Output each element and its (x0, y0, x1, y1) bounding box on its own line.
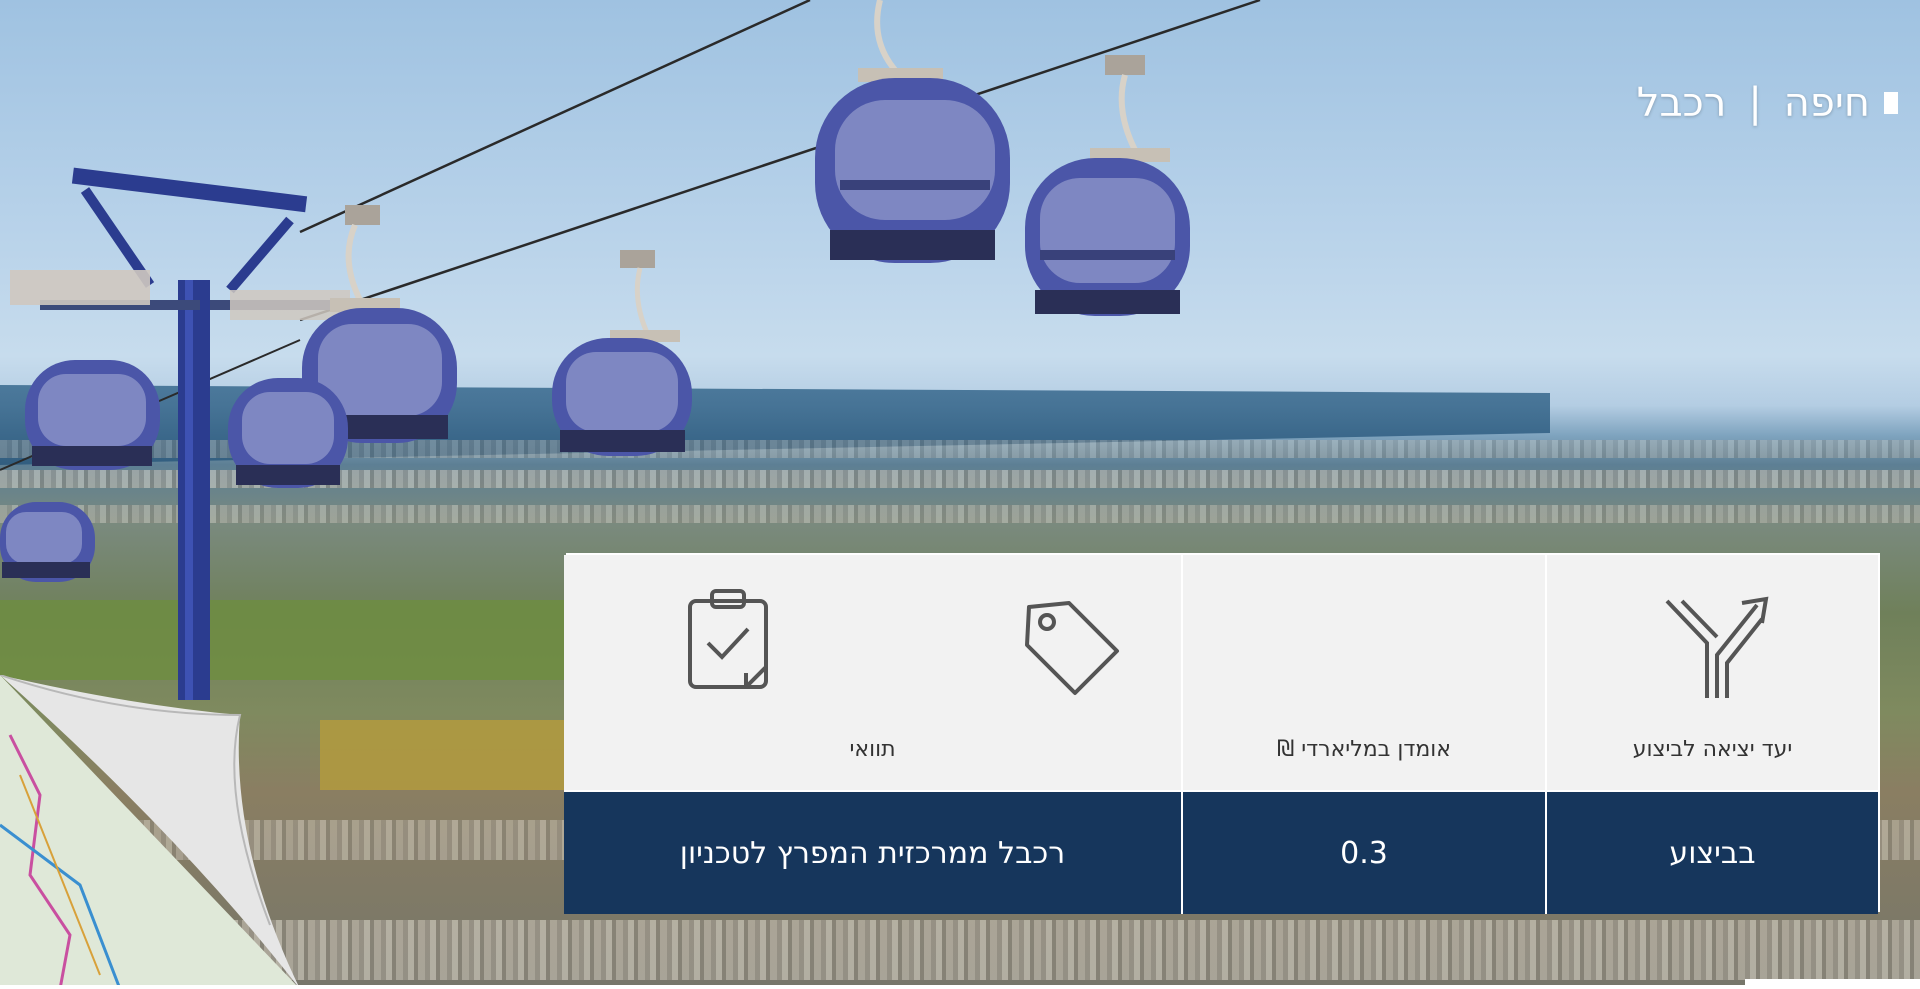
corner-block (1745, 979, 1920, 989)
breadcrumb-city[interactable]: חיפה (1784, 80, 1870, 126)
route-split-icon (1665, 596, 1769, 698)
gondola-cabin (228, 378, 348, 488)
bottom-strip (0, 985, 1920, 989)
header-label-route: תוואי (849, 737, 896, 762)
gondola-cabin (1025, 55, 1190, 316)
breadcrumb-separator: | (1748, 80, 1762, 126)
header-cell-status: יעד יציאה לביצוע (1547, 555, 1878, 790)
header-cell-route: תוואי (564, 555, 1183, 790)
gondola-cabin (25, 360, 160, 470)
value-cell-route: רכבל ממרכזית המפרץ לטכניון (564, 790, 1183, 914)
map-page-curl (0, 675, 300, 989)
route-value: רכבל ממרכזית המפרץ לטכניון (679, 835, 1066, 871)
value-cell-status: בביצוע (1547, 790, 1878, 914)
gondola-cabin (0, 502, 95, 582)
clipboard-check-icon (688, 589, 768, 689)
breadcrumb-project: רכבל (1636, 80, 1727, 126)
header-label-cost: אומדן במליארדי ₪ (1276, 737, 1452, 762)
gondola-cabin (552, 250, 692, 456)
gondola-cabin (815, 0, 1010, 263)
hero-background: חיפה | רכבל יעד יציאה לביצוע אומדן במליא… (0, 0, 1920, 989)
cost-value: 0.3 (1340, 835, 1388, 871)
value-cell-cost: 0.3 (1183, 790, 1547, 914)
project-info-card: יעד יציאה לביצוע אומדן במליארדי ₪ תוואי … (564, 553, 1880, 914)
price-tag-icon (1025, 601, 1119, 695)
status-value: בביצוע (1669, 835, 1756, 871)
breadcrumb: חיפה | רכבל (1637, 80, 1898, 126)
breadcrumb-marker (1884, 92, 1898, 114)
header-cell-cost: אומדן במליארדי ₪ (1183, 555, 1547, 790)
header-label-status: יעד יציאה לביצוע (1632, 737, 1793, 762)
